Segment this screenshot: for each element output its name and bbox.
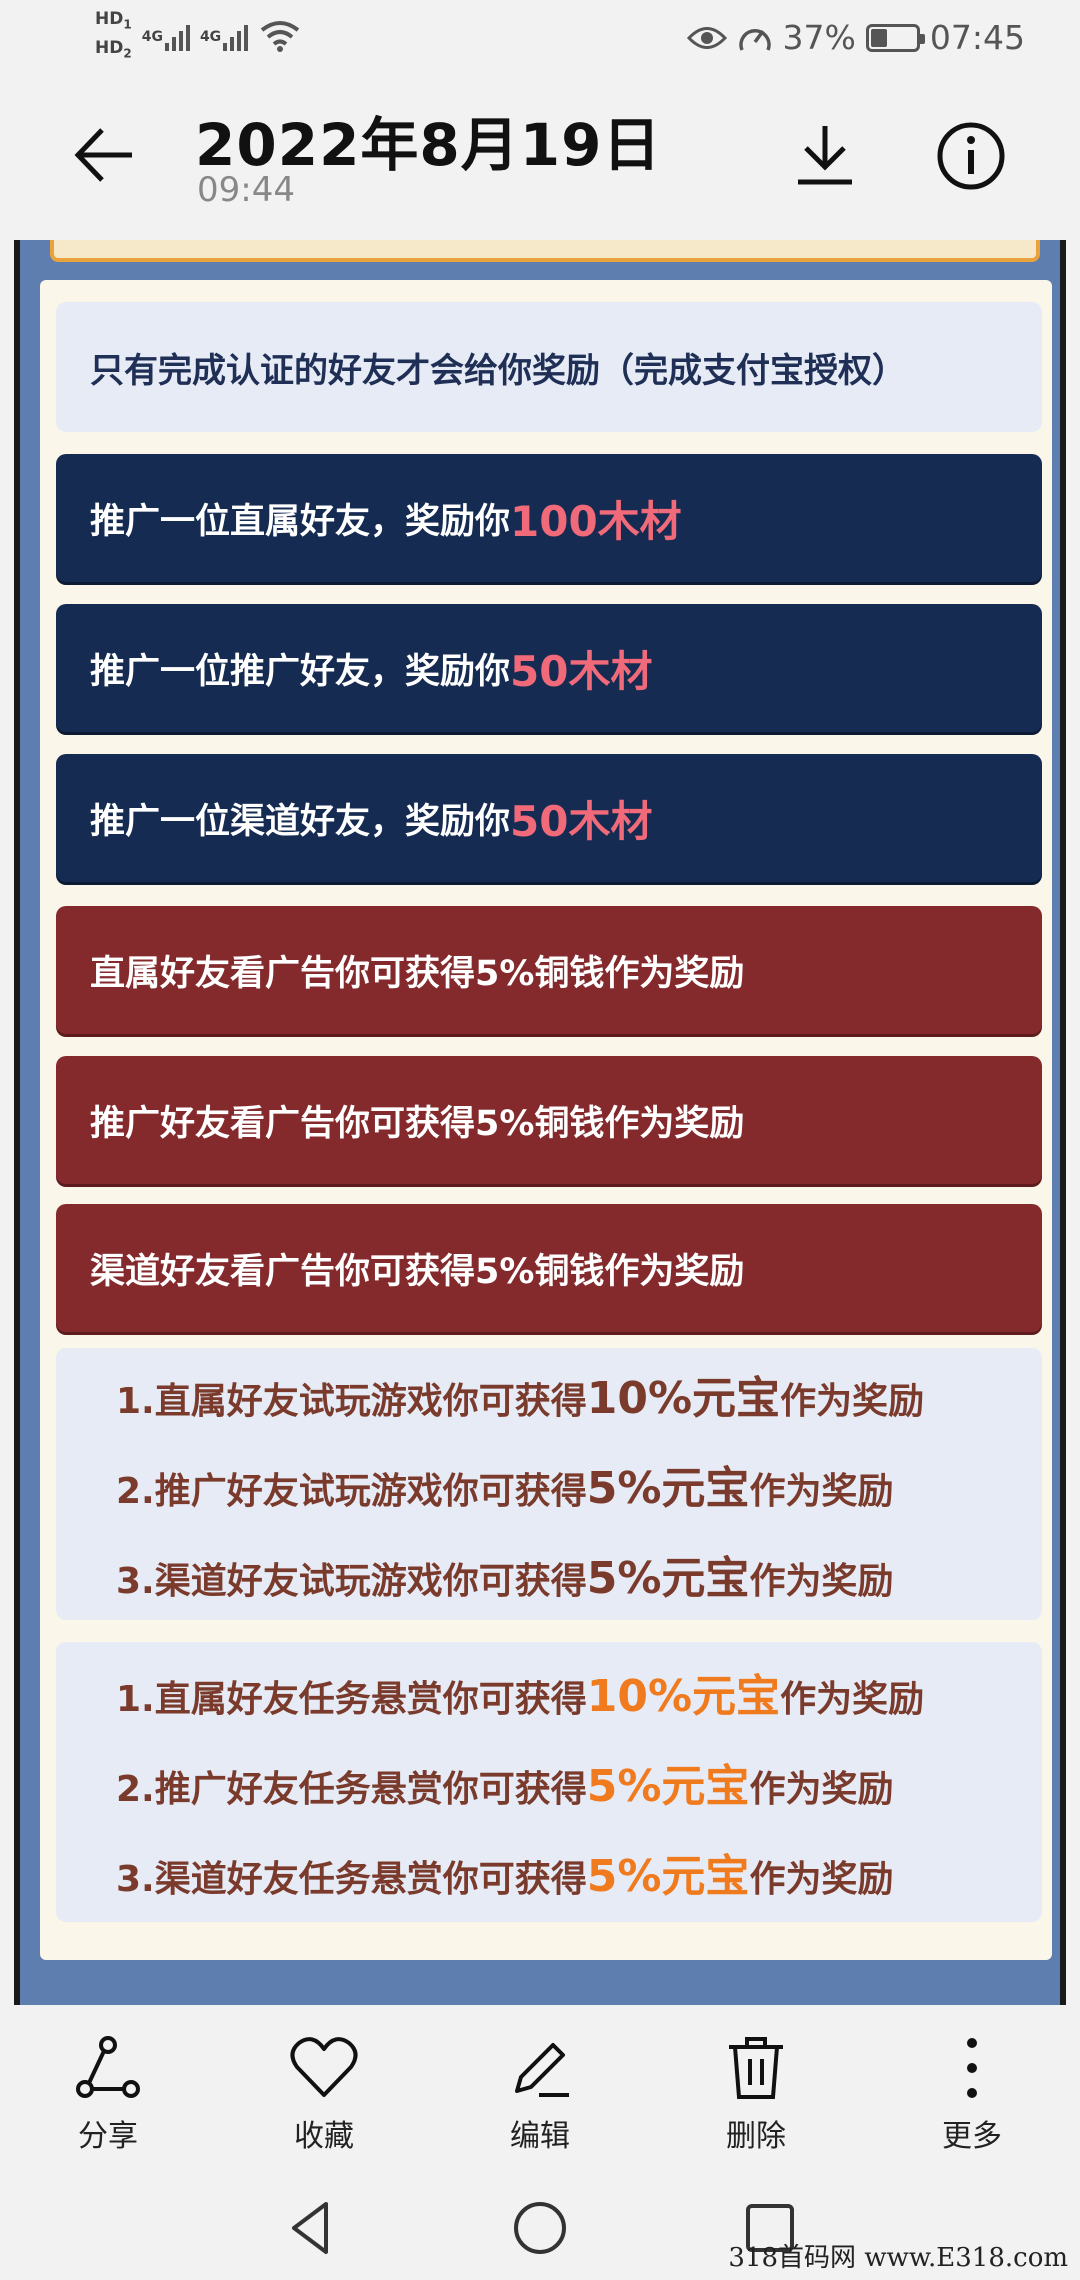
- hd2-label: HD2: [95, 38, 132, 61]
- blue-reward-box-3: 推广一位渠道好友，奖励你 50木材: [56, 754, 1042, 882]
- game-reward-line: 2.推广好友试玩游戏你可获得5%元宝作为奖励: [116, 1463, 894, 1514]
- page-subtitle-time: 09:44: [197, 170, 295, 210]
- notice-box: 只有完成认证的好友才会给你奖励（完成支付宝授权）: [56, 302, 1042, 432]
- blue-reward-box-1: 推广一位直属好友，奖励你 100木材: [56, 454, 1042, 582]
- network-type-2: 4G: [199, 29, 222, 46]
- red-reward-box-1: 直属好友看广告你可获得5%铜钱作为奖励: [56, 906, 1042, 1034]
- more-button[interactable]: 更多: [902, 2033, 1042, 2155]
- task-reward-line: 3.渠道好友任务悬赏你可获得5%元宝作为奖励: [116, 1851, 894, 1902]
- game-reward-box: 1.直属好友试玩游戏你可获得10%元宝作为奖励 2.推广好友试玩游戏你可获得5%…: [56, 1348, 1042, 1620]
- reward-text: 推广一位直属好友，奖励你: [90, 501, 511, 542]
- more-vertical-icon: [967, 2038, 977, 2098]
- reward-text: 推广好友看广告你可获得5%铜钱作为奖励: [90, 1103, 745, 1144]
- game-reward-line: 3.渠道好友试玩游戏你可获得5%元宝作为奖励: [116, 1553, 894, 1604]
- share-button[interactable]: 分享: [38, 2033, 178, 2155]
- edit-label: 编辑: [510, 2119, 570, 2154]
- status-left: HD1 HD2 4G 4G: [95, 8, 302, 65]
- reward-highlight: 100木材: [510, 496, 682, 546]
- clock: 07:45: [929, 18, 1025, 57]
- battery-level-fill: [870, 28, 888, 47]
- hd-indicators: HD1 HD2: [95, 8, 132, 65]
- pencil-icon: [515, 2043, 569, 2097]
- edit-button[interactable]: 编辑: [470, 2033, 610, 2155]
- trash-icon: [729, 2037, 783, 2099]
- nav-home-icon[interactable]: [510, 2198, 570, 2258]
- blue-reward-box-2: 推广一位推广好友，奖励你 50木材: [56, 604, 1042, 732]
- reward-text: 推广一位渠道好友，奖励你: [90, 801, 511, 842]
- download-icon[interactable]: [790, 120, 860, 190]
- poster-top-banner: [50, 240, 1040, 262]
- red-reward-box-3: 渠道好友看广告你可获得5%铜钱作为奖励: [56, 1204, 1042, 1332]
- delete-label: 删除: [726, 2119, 786, 2154]
- image-viewer[interactable]: 只有完成认证的好友才会给你奖励（完成支付宝授权） 推广一位直属好友，奖励你 100…: [0, 240, 1080, 2005]
- red-reward-box-2: 推广好友看广告你可获得5%铜钱作为奖励: [56, 1056, 1042, 1184]
- wifi-icon: [260, 21, 300, 53]
- share-icon: [76, 2036, 140, 2098]
- heart-icon: [290, 2037, 358, 2097]
- reward-text: 推广一位推广好友，奖励你: [90, 651, 511, 692]
- nav-back-icon[interactable]: [280, 2198, 340, 2258]
- signal-bars-icon: [223, 21, 249, 52]
- battery-percent: 37%: [782, 18, 856, 57]
- speedometer-icon: [738, 28, 771, 51]
- battery-icon: [865, 23, 925, 52]
- more-label: 更多: [942, 2119, 1002, 2154]
- signal-1: 4G: [141, 21, 190, 52]
- poster-image: 只有完成认证的好友才会给你奖励（完成支付宝授权） 推广一位直属好友，奖励你 100…: [14, 240, 1066, 2005]
- signal-bars-icon: [164, 21, 190, 52]
- eye-icon: [686, 26, 727, 49]
- title-bar: 2022年8月19日 09:44: [0, 80, 1080, 240]
- game-reward-line: 1.直属好友试玩游戏你可获得10%元宝作为奖励: [116, 1373, 925, 1424]
- reward-text: 直属好友看广告你可获得5%铜钱作为奖励: [90, 953, 745, 994]
- status-right: 37% 07:45: [686, 18, 1025, 57]
- reward-highlight: 50木材: [510, 646, 653, 696]
- favorite-label: 收藏: [294, 2119, 354, 2154]
- delete-button[interactable]: 删除: [686, 2033, 826, 2155]
- network-type-1: 4G: [141, 29, 163, 46]
- task-reward-box: 1.直属好友任务悬赏你可获得10%元宝作为奖励 2.推广好友任务悬赏你可获得5%…: [56, 1642, 1042, 1922]
- status-bar: HD1 HD2 4G 4G 37% 07:45: [0, 0, 1080, 80]
- signal-2: 4G: [199, 21, 249, 52]
- back-arrow-icon[interactable]: [70, 120, 140, 190]
- info-icon[interactable]: [935, 120, 1007, 192]
- system-nav-bar: 318首码网 www.E318.com: [0, 2180, 1080, 2280]
- reward-highlight: 50木材: [510, 796, 653, 846]
- notice-text: 只有完成认证的好友才会给你奖励（完成支付宝授权）: [90, 350, 906, 391]
- hd1-label: HD1: [95, 9, 132, 32]
- favorite-button[interactable]: 收藏: [254, 2033, 394, 2155]
- reward-text: 渠道好友看广告你可获得5%铜钱作为奖励: [90, 1251, 745, 1292]
- task-reward-line: 1.直属好友任务悬赏你可获得10%元宝作为奖励: [116, 1671, 925, 1722]
- action-bar: 分享 收藏 编辑 删除 更多: [0, 2005, 1080, 2180]
- task-reward-line: 2.推广好友任务悬赏你可获得5%元宝作为奖励: [116, 1761, 894, 1812]
- share-label: 分享: [78, 2119, 138, 2154]
- watermark-text: 318首码网 www.E318.com: [728, 2243, 1068, 2273]
